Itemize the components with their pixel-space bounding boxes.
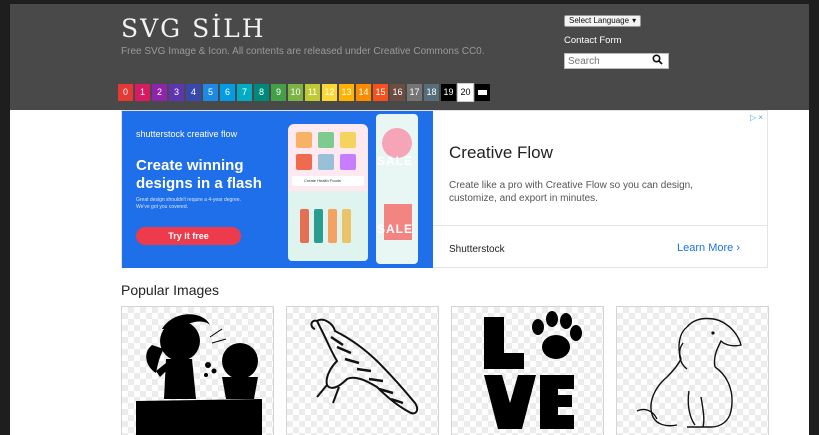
ad-phone-caption: Create Health Foods	[292, 176, 364, 186]
color-filter-bar: 0 1 2 3 4 5 6 7 8 9 10 11 12 13 14 15 16 17 18 19 20	[118, 83, 490, 102]
ad-description: Create like a pro with Creative Flow so …	[449, 180, 694, 204]
image-card-tiger[interactable]	[286, 306, 439, 435]
advertisement[interactable]: shutterstock creative flow Create winnin…	[121, 110, 768, 268]
chevron-right-icon: ›	[736, 242, 740, 254]
ad-brand-suffix: creative flow	[187, 129, 238, 139]
chevron-down-icon: ▾	[632, 16, 637, 25]
ad-creative[interactable]: shutterstock creative flow Create winnin…	[122, 111, 433, 268]
main-content: shutterstock creative flow Create winnin…	[10, 110, 809, 435]
color-filter-16[interactable]: 16	[390, 84, 405, 101]
search-input[interactable]	[565, 55, 647, 67]
ad-tile	[340, 154, 356, 170]
color-filter-11[interactable]: 11	[305, 84, 320, 101]
image-card-love[interactable]	[451, 306, 604, 435]
color-filter-10[interactable]: 10	[288, 84, 303, 101]
ad-phone-portrait: SALE SALE	[376, 114, 418, 264]
search-icon[interactable]	[647, 54, 667, 68]
ad-headline: Create winning designs in a flash	[136, 157, 262, 192]
color-filter-4[interactable]: 4	[186, 84, 201, 101]
search-box	[564, 53, 669, 69]
tiger-icon	[310, 318, 419, 415]
color-filter-15[interactable]: 15	[373, 84, 388, 101]
ad-brand: shutterstock creative flow	[136, 129, 237, 139]
try-it-free-button[interactable]: Try it free	[136, 227, 241, 245]
learn-more-label: Learn More	[677, 242, 734, 254]
ad-fine-print: Great design shouldn't require a 4-year …	[136, 197, 241, 210]
color-filter-12[interactable]: 12	[322, 84, 337, 101]
color-filter-18[interactable]: 18	[424, 84, 439, 101]
ad-tile	[318, 132, 334, 148]
color-filter-6[interactable]: 6	[220, 84, 235, 101]
color-filter-8[interactable]: 8	[254, 84, 269, 101]
color-filter-19[interactable]: 19	[441, 84, 456, 101]
site-logo[interactable]: SVG SİLH	[121, 14, 266, 43]
color-filter-0[interactable]: 0	[118, 84, 133, 101]
ad-sale-text: SALE	[377, 154, 414, 168]
dog-outline-icon	[636, 317, 742, 428]
color-filter-3[interactable]: 3	[169, 84, 184, 101]
site-header: SVG SİLH Free SVG Image & Icon. All cont…	[10, 4, 809, 110]
ad-bottle	[342, 209, 351, 243]
language-select[interactable]: Select Language ▾	[564, 15, 642, 27]
window-right-edge	[809, 0, 819, 435]
ad-bottle	[300, 209, 309, 243]
ad-phone-juice	[288, 191, 368, 261]
ad-tile	[296, 154, 312, 170]
ad-tile	[340, 132, 356, 148]
ad-title[interactable]: Creative Flow	[449, 143, 553, 163]
color-filter-21[interactable]	[475, 84, 490, 101]
love-paw-icon	[484, 311, 582, 429]
ad-bottle	[328, 209, 337, 243]
color-filter-1[interactable]: 1	[135, 84, 150, 101]
color-filter-7[interactable]: 7	[237, 84, 252, 101]
color-filter-17[interactable]: 17	[407, 84, 422, 101]
color-filter-13[interactable]: 13	[339, 84, 354, 101]
ad-tile	[296, 132, 312, 148]
learn-more-link[interactable]: Learn More ›	[677, 242, 740, 254]
window-left-edge	[0, 0, 10, 435]
ad-divider	[433, 225, 768, 226]
color-bar-icon	[478, 90, 487, 96]
ad-brand-name: shutterstock	[136, 129, 185, 139]
ad-advertiser: Shutterstock	[449, 244, 505, 255]
color-filter-5[interactable]: 5	[203, 84, 218, 101]
color-filter-2[interactable]: 2	[152, 84, 167, 101]
girl-silhouette-icon	[136, 314, 262, 435]
color-filter-14[interactable]: 14	[356, 84, 371, 101]
image-card-dog[interactable]	[616, 306, 769, 435]
color-filter-9[interactable]: 9	[271, 84, 286, 101]
popular-images-heading: Popular Images	[121, 282, 220, 298]
ad-sale-text-2: SALE	[377, 222, 414, 236]
color-filter-20[interactable]: 20	[457, 83, 474, 102]
contact-form-link[interactable]: Contact Form	[564, 35, 622, 46]
adchoices-icon[interactable]: ▷ ×	[750, 113, 763, 122]
ad-tile	[318, 154, 334, 170]
language-select-label: Select Language	[569, 16, 630, 25]
ad-bottle	[314, 209, 323, 243]
image-card-girl[interactable]	[121, 306, 274, 435]
site-tagline: Free SVG Image & Icon. All contents are …	[121, 46, 485, 57]
